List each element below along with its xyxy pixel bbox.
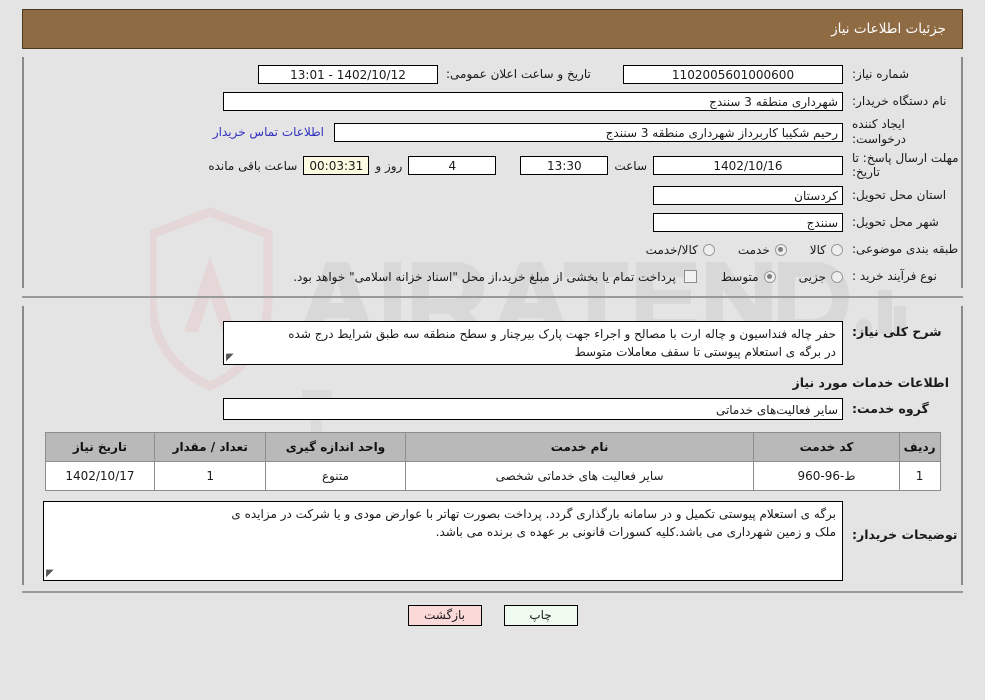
deadline-label: مهلت ارسال پاسخ: تا تاریخ: [852,151,959,179]
days-remaining-field: 4 [408,156,497,176]
city-field: سنندج [653,213,843,233]
row-buyer-org: نام دستگاه خریدار: شهرداری منطقه 3 سنندج [24,90,961,112]
deadline-date-field: 1402/10/16 [653,156,843,176]
buyer-notes-label: توضیحات خریدار: [852,526,958,542]
buyer-org-label: نام دستگاه خریدار: [852,93,947,108]
cell-need-date: 1402/10/17 [44,460,156,491]
buyer-notes-textarea[interactable]: برگه ی استعلام پیوستی تکمیل و در سامانه … [43,500,843,581]
row-buyer-notes: توضیحات خریدار: برگه ی استعلام پیوستی تک… [24,500,961,581]
print-button[interactable]: چاپ [503,604,578,626]
category-radio-kala-label: کالا [809,242,826,257]
service-group-label: گروه خدمت: [852,401,929,417]
col-index: ردیف [898,431,941,462]
buyer-notes-line-1: برگه ی استعلام پیوستی تکمیل و در سامانه … [231,506,836,521]
col-name: نام خدمت [404,431,755,462]
buyer-notes-line-2: ملک و زمین شهرداری می باشد.کلیه کسورات ق… [435,524,836,539]
category-radio-khedmat[interactable] [774,243,787,256]
process-radio-group: جزیی متوسط [711,270,843,284]
row-description: شرح کلی نیاز: حفر چاله فنداسیون و چاله ا… [24,320,961,365]
description-line-1: حفر چاله فنداسیون و چاله ارت با مصالح و … [288,326,836,341]
process-radio-motevaset[interactable] [763,270,776,283]
days-label: روز و [375,158,403,173]
category-radio-kala-khedmat[interactable] [702,243,715,256]
row-province: استان محل تحویل: کردستان [24,185,961,207]
cell-index: 1 [898,460,941,491]
cell-code: ط-96-960 [753,460,900,491]
col-unit: واحد اندازه گیری [265,431,406,462]
category-label: طبقه بندی موضوعی: [852,242,959,257]
announce-datetime-label: تاریخ و ساعت اعلان عمومی: [446,66,591,81]
table-header-row: ردیف کد خدمت نام خدمت واحد اندازه گیری ت… [44,431,941,462]
resize-grip-icon[interactable]: ◥ [226,352,236,363]
creator-field: رحیم شکیبا کاربرداز شهرداری منطقه 3 سنند… [334,122,843,142]
page-header-bar: جزئیات اطلاعات نیاز [22,9,963,49]
treasury-checkbox-label: پرداخت تمام یا بخشی از مبلغ خرید،از محل … [293,269,676,284]
deadline-time-field: 13:30 [520,156,609,176]
row-creator: ایجاد کننده درخواست: رحیم شکیبا کاربرداز… [24,117,961,147]
need-details-panel: شرح کلی نیاز: حفر چاله فنداسیون و چاله ا… [22,305,963,585]
cell-name: سایر فعالیت های خدماتی شخصی [404,460,755,491]
footer-button-bar: چاپ بازگشت [0,604,985,626]
buyer-org-field: شهرداری منطقه 3 سنندج [223,91,843,111]
row-deadline: مهلت ارسال پاسخ: تا تاریخ: 1402/10/16 سا… [24,151,961,180]
process-radio-jozei[interactable] [831,270,843,283]
services-table: ردیف کد خدمت نام خدمت واحد اندازه گیری ت… [44,431,941,491]
row-city: شهر محل تحویل: سنندج [24,212,961,234]
row-category: طبقه بندی موضوعی: کالا خدمت کالا/خدمت [24,239,961,261]
countdown-label: ساعت باقی مانده [208,158,298,173]
col-need-date: تاریخ نیاز [44,431,156,462]
category-radio-khedmat-label: خدمت [737,242,770,257]
need-number-field: 1102005601000600 [623,64,843,84]
hour-label: ساعت [614,158,647,173]
description-label: شرح کلی نیاز: [852,323,942,339]
description-textarea[interactable]: حفر چاله فنداسیون و چاله ارت با مصالح و … [223,320,843,365]
description-line-2: در برگه ی استعلام پیوستی تا سقف معاملات … [574,344,836,359]
city-label: شهر محل تحویل: [852,215,939,230]
divider-top [22,295,963,298]
category-radio-kala-khedmat-label: کالا/خدمت [645,242,698,257]
creator-label: ایجاد کننده درخواست: [852,117,906,146]
col-code: کد خدمت [753,431,900,462]
table-row: 1 ط-96-960 سایر فعالیت های خدماتی شخصی م… [44,460,941,491]
cell-unit: متنوع [265,460,406,491]
row-service-group: گروه خدمت: سایر فعالیت‌های خدماتی [24,397,961,420]
category-radio-group: کالا خدمت کالا/خدمت [628,243,843,257]
resize-grip-icon-notes[interactable]: ◥ [46,568,56,579]
treasury-checkbox[interactable] [683,270,697,284]
need-info-panel: شماره نیاز: 1102005601000600 تاریخ و ساع… [22,57,963,288]
back-button[interactable]: بازگشت [407,604,482,626]
service-group-field: سایر فعالیت‌های خدماتی [223,397,843,420]
province-label: استان محل تحویل: [852,188,947,203]
process-radio-jozei-label: جزیی [798,269,826,284]
divider-bottom [22,590,963,593]
page-title: جزئیات اطلاعات نیاز [831,21,946,37]
announce-datetime-field: 1402/10/12 - 13:01 [258,64,438,84]
col-quantity: تعداد / مقدار [154,431,267,462]
row-process-type: نوع فرآیند خرید : جزیی متوسط پرداخت تمام… [24,266,961,288]
province-field: کردستان [653,186,843,206]
process-radio-motevaset-label: متوسط [720,269,759,284]
cell-quantity: 1 [154,460,267,491]
category-radio-kala[interactable] [831,243,843,256]
countdown-field: 00:03:31 [303,156,370,176]
row-need-number: شماره نیاز: 1102005601000600 تاریخ و ساع… [24,63,961,85]
services-section-heading: اطلاعات خدمات مورد نیاز [792,374,950,390]
process-label: نوع فرآیند خرید : [852,269,937,284]
need-number-label: شماره نیاز: [852,66,909,81]
buyer-contact-link[interactable]: اطلاعات تماس خریدار [213,125,324,139]
